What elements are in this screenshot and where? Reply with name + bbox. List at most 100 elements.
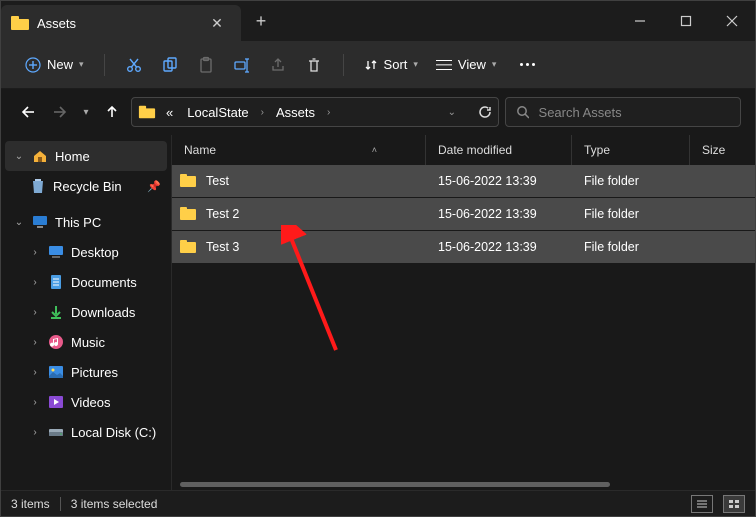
more-icon: [520, 63, 535, 66]
chevron-right-icon: ›: [29, 397, 41, 408]
icons-view-button[interactable]: [723, 495, 745, 513]
chevron-right-icon: ›: [29, 247, 41, 258]
column-label: Date modified: [438, 143, 512, 157]
details-view-button[interactable]: [691, 495, 713, 513]
hamburger-icon: [436, 60, 452, 70]
search-input[interactable]: [539, 105, 730, 120]
maximize-button[interactable]: [663, 1, 709, 41]
paste-button[interactable]: [191, 50, 221, 80]
folder-icon: [180, 207, 198, 221]
copy-button[interactable]: [155, 50, 185, 80]
column-type[interactable]: Type: [572, 135, 690, 165]
sort-button[interactable]: Sort ▾: [358, 53, 424, 76]
file-row[interactable]: Test15-06-2022 13:39File folder: [172, 165, 755, 197]
music-icon: [47, 334, 65, 350]
sidebar-item-desktop[interactable]: › Desktop: [5, 237, 167, 267]
separator: [104, 54, 105, 76]
folder-icon: [180, 240, 198, 254]
column-name[interactable]: Name ˄: [172, 135, 426, 165]
cut-button[interactable]: [119, 50, 149, 80]
chevron-right-icon: ›: [29, 277, 41, 288]
scroll-thumb[interactable]: [180, 482, 610, 487]
window-controls: [617, 1, 755, 41]
crumb-assets[interactable]: Assets: [272, 105, 319, 120]
column-label: Type: [584, 143, 610, 157]
new-tab-button[interactable]: +: [241, 1, 281, 41]
chevron-right-icon: ›: [29, 367, 41, 378]
file-row[interactable]: Test 3 15-06-2022 13:39File folder: [172, 231, 755, 263]
crumb-localstate[interactable]: LocalState: [183, 105, 252, 120]
file-name: Test: [206, 174, 229, 188]
sidebar-label: Recycle Bin: [53, 179, 141, 194]
chevron-down-icon: ▾: [492, 59, 497, 70]
delete-button[interactable]: [299, 50, 329, 80]
column-size[interactable]: Size: [690, 135, 755, 165]
sort-indicator-icon: ˄: [372, 145, 377, 155]
file-name: Test 2: [206, 207, 239, 221]
sidebar-item-pictures[interactable]: › Pictures: [5, 357, 167, 387]
sidebar-item-documents[interactable]: › Documents: [5, 267, 167, 297]
column-label: Size: [702, 143, 725, 157]
chevron-down-icon: ⌄: [13, 217, 25, 228]
file-type: File folder: [572, 207, 690, 221]
pc-icon: [31, 214, 49, 230]
refresh-icon[interactable]: [478, 105, 492, 119]
sidebar-label: Documents: [71, 275, 161, 290]
sort-label: Sort: [384, 57, 408, 72]
sidebar-item-home[interactable]: ⌄ Home: [5, 141, 167, 171]
sidebar-label: Desktop: [71, 245, 161, 260]
sidebar-label: Downloads: [71, 305, 161, 320]
sidebar-item-recycle[interactable]: Recycle Bin 📌: [5, 171, 167, 201]
column-date[interactable]: Date modified: [426, 135, 572, 165]
separator: [343, 54, 344, 76]
file-row[interactable]: Test 215-06-2022 13:39File folder: [172, 198, 755, 230]
minimize-button[interactable]: [617, 1, 663, 41]
view-button[interactable]: View ▾: [430, 53, 502, 76]
tab-title: Assets: [37, 16, 195, 31]
sidebar-item-music[interactable]: › Music: [5, 327, 167, 357]
address-row: ▾ « LocalState › Assets › ⌄: [1, 89, 755, 135]
up-button[interactable]: [99, 99, 125, 125]
tab-assets[interactable]: Assets ✕: [1, 5, 241, 41]
sidebar-item-thispc[interactable]: ⌄ This PC: [5, 207, 167, 237]
rename-button[interactable]: [227, 50, 257, 80]
chevron-right-icon[interactable]: ›: [325, 107, 332, 118]
search-box[interactable]: [505, 97, 741, 127]
search-icon: [516, 105, 529, 119]
sidebar-label: Home: [55, 149, 161, 164]
new-button[interactable]: New ▾: [19, 53, 90, 77]
chevron-right-icon: ›: [29, 427, 41, 438]
tab-close-button[interactable]: ✕: [203, 15, 231, 32]
file-name: Test 3: [206, 240, 239, 254]
share-button[interactable]: [263, 50, 293, 80]
breadcrumb[interactable]: « LocalState › Assets › ⌄: [131, 97, 499, 127]
close-button[interactable]: [709, 1, 755, 41]
file-list: Test15-06-2022 13:39File folderTest 215-…: [172, 165, 755, 478]
history-button[interactable]: ▾: [79, 99, 93, 125]
status-bar: 3 items 3 items selected: [1, 490, 755, 516]
horizontal-scrollbar[interactable]: [172, 478, 755, 490]
downloads-icon: [47, 304, 65, 320]
explorer-window: Assets ✕ + New ▾: [0, 0, 756, 517]
chevron-down-icon[interactable]: ⌄: [446, 107, 458, 118]
folder-icon: [180, 174, 198, 188]
selection-count: 3 items selected: [71, 497, 158, 511]
body: ⌄ Home Recycle Bin 📌 ⌄ This PC: [1, 135, 755, 490]
back-button[interactable]: [15, 99, 41, 125]
sidebar-label: This PC: [55, 215, 161, 230]
desktop-icon: [47, 244, 65, 260]
sidebar-item-downloads[interactable]: › Downloads: [5, 297, 167, 327]
chevron-right-icon[interactable]: ›: [259, 107, 266, 118]
view-label: View: [458, 57, 486, 72]
more-button[interactable]: [512, 50, 542, 80]
separator: [60, 497, 61, 511]
sidebar-item-videos[interactable]: › Videos: [5, 387, 167, 417]
column-label: Name: [184, 143, 216, 157]
forward-button[interactable]: [47, 99, 73, 125]
chevron-right-icon: ›: [29, 307, 41, 318]
drive-icon: [47, 424, 65, 440]
sidebar-label: Music: [71, 335, 161, 350]
file-date: 15-06-2022 13:39: [426, 240, 572, 254]
file-type: File folder: [572, 240, 690, 254]
sidebar-item-localc[interactable]: › Local Disk (C:): [5, 417, 167, 447]
